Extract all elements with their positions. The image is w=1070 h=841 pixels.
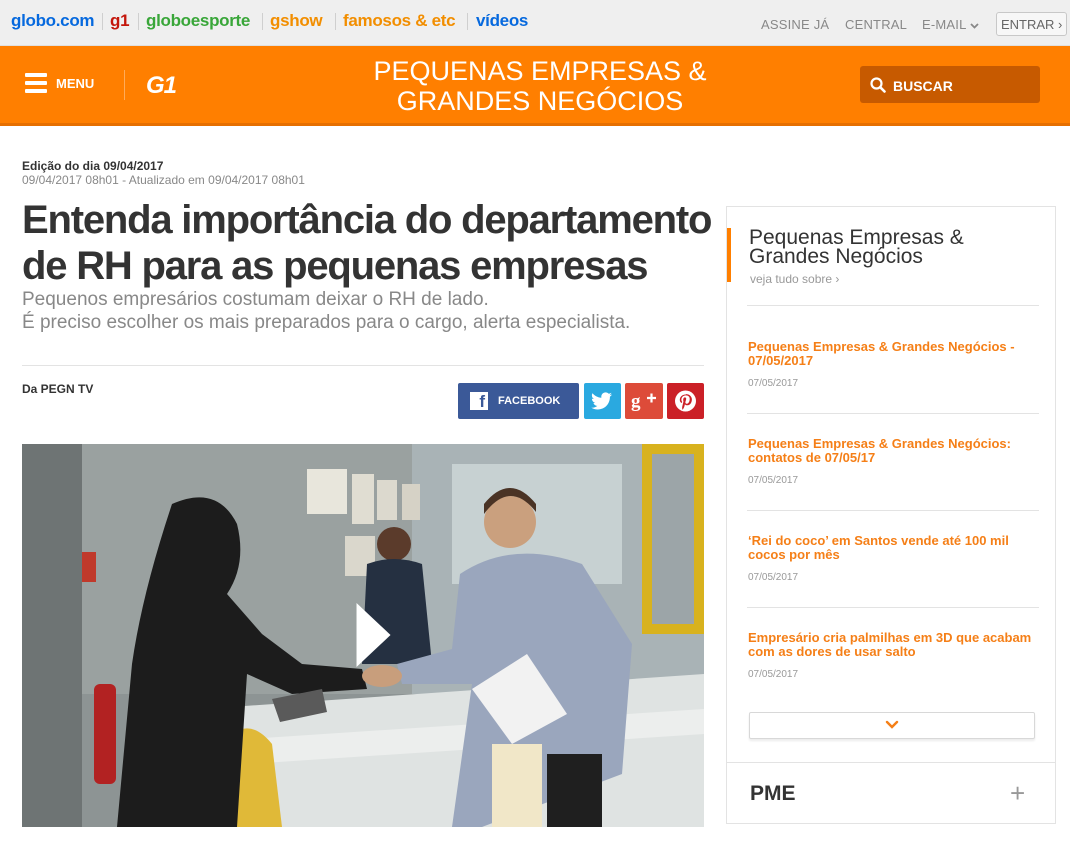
portal-link-g1[interactable]: g1 [110, 11, 130, 31]
divider [727, 762, 1055, 763]
news-item-link[interactable]: Pequenas Empresas & Grandes Negócios - 0… [748, 340, 1043, 368]
subtitle-line: É preciso escolher os mais preparados pa… [22, 312, 631, 333]
divider [22, 365, 704, 366]
edition-label: Edição do dia 09/04/2017 [22, 159, 164, 173]
plus-icon[interactable]: + [1010, 780, 1025, 806]
subtitle-line: Pequenos empresários costumam deixar o R… [22, 289, 489, 310]
portal-link-videos[interactable]: vídeos [476, 11, 528, 31]
facebook-icon: f [470, 392, 488, 411]
see-all-link[interactable]: veja tudo sobre › [750, 272, 839, 286]
play-icon[interactable] [354, 599, 392, 671]
google-plus-icon: g [631, 391, 656, 412]
byline: Da PEGN TV [22, 382, 94, 396]
twitter-icon [591, 392, 612, 410]
news-item-link[interactable]: Pequenas Empresas & Grandes Negócios: co… [748, 437, 1043, 465]
pinterest-icon [675, 390, 696, 412]
central-link[interactable]: CENTRAL [845, 17, 907, 32]
divider [102, 13, 103, 30]
sidebar-title[interactable]: Pequenas Empresas & Grandes Negócios [749, 227, 1039, 267]
svg-text:g: g [631, 391, 641, 412]
section-title[interactable]: PEQUENAS EMPRESAS & GRANDES NEGÓCIOS [340, 56, 740, 116]
facebook-share-button[interactable]: f FACEBOOK [458, 383, 579, 419]
divider [747, 413, 1039, 414]
g1-logo[interactable]: G1 [146, 72, 177, 100]
divider [138, 13, 139, 30]
portal-link-globo[interactable]: globo.com [11, 11, 95, 31]
pinterest-share-button[interactable] [667, 383, 704, 419]
news-item-link[interactable]: Empresário cria palmilhas em 3D que acab… [748, 631, 1043, 659]
chevron-down-icon [885, 720, 899, 729]
news-item-link[interactable]: ‘Rei do coco’ em Santos vende até 100 mi… [748, 534, 1043, 562]
facebook-label: FACEBOOK [498, 395, 561, 407]
globo-top-bar: globo.com g1 globoesporte gshow famosos … [0, 0, 1070, 46]
news-item-date: 07/05/2017 [748, 378, 799, 389]
subscribe-link[interactable]: ASSINE JÁ [761, 17, 829, 32]
portal-link-globoesporte[interactable]: globoesporte [146, 11, 250, 31]
login-button[interactable]: ENTRAR › [996, 12, 1067, 36]
pme-section-title[interactable]: PME [750, 782, 796, 806]
article-subtitle: Pequenos empresários costumam deixar o R… [22, 288, 712, 334]
chevron-down-icon [970, 22, 979, 29]
article-headline: Entenda importância do departamento de R… [22, 198, 712, 288]
divider [747, 510, 1039, 511]
menu-button[interactable]: MENU [56, 76, 94, 91]
divider [747, 607, 1039, 608]
sidebar-accent-bar [727, 228, 731, 282]
twitter-share-button[interactable] [584, 383, 621, 419]
email-link[interactable]: E-MAIL [922, 17, 979, 32]
search-icon [870, 77, 886, 93]
news-item-date: 07/05/2017 [748, 475, 799, 486]
search-button[interactable]: BUSCAR [860, 66, 1040, 103]
search-label: BUSCAR [893, 78, 953, 94]
hamburger-menu-icon[interactable] [25, 73, 47, 95]
portal-link-famosos[interactable]: famosos & etc [343, 11, 456, 31]
divider [262, 13, 263, 30]
divider [335, 13, 336, 30]
portal-link-gshow[interactable]: gshow [270, 11, 323, 31]
related-sidebar: Pequenas Empresas & Grandes Negócios vej… [726, 206, 1056, 824]
divider [747, 305, 1039, 306]
publish-date: 09/04/2017 08h01 - Atualizado em 09/04/2… [22, 173, 305, 187]
load-more-button[interactable] [749, 712, 1035, 739]
video-player[interactable] [22, 444, 704, 827]
news-item-date: 07/05/2017 [748, 669, 799, 680]
section-header: MENU G1 PEQUENAS EMPRESAS & GRANDES NEGÓ… [0, 46, 1070, 126]
news-item-date: 07/05/2017 [748, 572, 799, 583]
google-plus-share-button[interactable]: g [625, 383, 663, 419]
email-label: E-MAIL [922, 17, 967, 32]
header-divider [124, 70, 125, 100]
divider [467, 13, 468, 30]
